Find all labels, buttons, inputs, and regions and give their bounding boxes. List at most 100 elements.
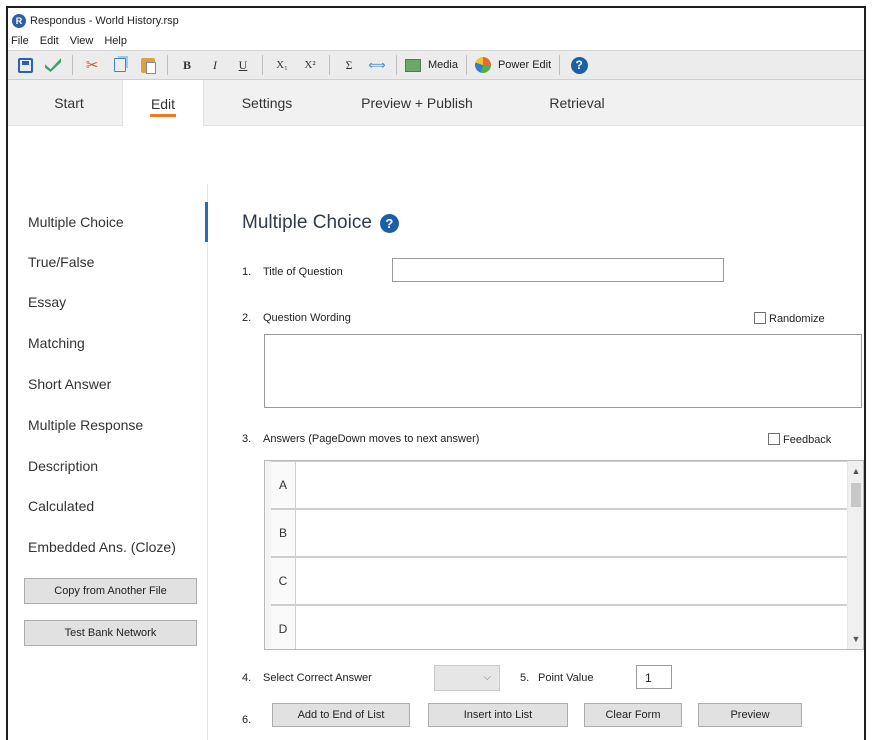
add-to-end-of-list-button[interactable]: Add to End of List [272, 703, 410, 727]
toolbar-separator [559, 55, 561, 75]
toolbar-separator [262, 55, 263, 75]
page-title-text: Multiple Choice [242, 212, 372, 233]
toolbar: ✂ B I U X₁ X² Σ ⟺ Media Power Edit ? [8, 50, 864, 80]
media-icon [405, 58, 421, 72]
sidebar-item-multiple-choice[interactable]: Multiple Choice [8, 202, 208, 242]
correct-answer-select[interactable]: ⌵ [434, 665, 500, 691]
menu-view[interactable]: View [70, 35, 94, 47]
step-number: 2. [242, 312, 252, 324]
question-wording-editor[interactable] [264, 334, 862, 408]
help-icon: ? [570, 56, 588, 74]
answer-letter: C [271, 558, 296, 604]
page-title: Multiple Choice ? [242, 212, 399, 234]
sidebar-item-calculated[interactable]: Calculated [8, 486, 208, 526]
answer-letter: D [271, 606, 296, 649]
title-bar: R Respondus - World History.rsp [8, 8, 864, 34]
toolbar-separator [167, 55, 168, 75]
toolbar-help-button[interactable]: ? [568, 53, 590, 77]
window-title: Respondus - World History.rsp [30, 15, 179, 27]
superscript-button[interactable]: X² [299, 53, 321, 77]
point-value-label: Point Value [538, 672, 594, 684]
respondus-app-icon: R [12, 14, 26, 28]
media-label: Media [428, 59, 458, 71]
answer-letter: A [271, 462, 296, 508]
sidebar-item-short-answer[interactable]: Short Answer [8, 364, 208, 404]
toolbar-separator [396, 55, 397, 75]
randomize-checkbox[interactable]: Randomize [754, 312, 825, 325]
media-button[interactable]: Media [405, 53, 458, 77]
menu-edit[interactable]: Edit [40, 35, 59, 47]
save-button[interactable] [14, 53, 36, 77]
power-edit-label: Power Edit [497, 59, 552, 71]
preview-button[interactable]: Preview [698, 703, 802, 727]
answers-label: Answers (PageDown moves to next answer) [263, 433, 480, 445]
answer-row-c[interactable]: C [271, 557, 849, 605]
randomize-check [754, 312, 766, 324]
copy-from-another-file-button[interactable]: Copy from Another File [24, 578, 197, 604]
tab-label: Settings [241, 95, 293, 111]
tab-preview-publish[interactable]: Preview + Publish [342, 80, 492, 126]
tab-label: Retrieval [549, 95, 605, 111]
step-number: 4. [242, 672, 252, 684]
app-window: R Respondus - World History.rsp File Edi… [6, 6, 866, 740]
test-bank-network-button[interactable]: Test Bank Network [24, 620, 197, 646]
tab-start[interactable]: Start [32, 80, 106, 126]
copy-button[interactable] [109, 53, 131, 77]
power-edit-icon [474, 57, 491, 73]
select-correct-answer-label: Select Correct Answer [263, 672, 372, 684]
answers-list: A B C D ▲ ▼ [264, 460, 864, 650]
bold-button[interactable]: B [176, 53, 198, 77]
step-number: 5. [520, 672, 530, 684]
menu-help[interactable]: Help [104, 35, 127, 47]
insert-into-list-button[interactable]: Insert into List [428, 703, 568, 727]
scrollbar-thumb[interactable] [851, 483, 861, 507]
randomize-label: Randomize [769, 313, 825, 325]
sidebar-item-embedded-answers[interactable]: Embedded Ans. (Cloze) [8, 527, 208, 567]
answers-scrollbar[interactable]: ▲ ▼ [847, 461, 863, 649]
copy-icon [114, 58, 126, 72]
tab-label: Start [54, 95, 84, 111]
question-wording-label: Question Wording [263, 312, 351, 324]
tab-label: Edit [150, 95, 176, 112]
sidebar-item-multiple-response[interactable]: Multiple Response [8, 405, 208, 445]
tab-settings[interactable]: Settings [222, 80, 312, 126]
sidebar-item-description[interactable]: Description [8, 446, 208, 486]
menu-bar: File Edit View Help [8, 32, 138, 50]
toolbar-separator [465, 55, 467, 75]
check-button[interactable] [42, 53, 64, 77]
answer-row-b[interactable]: B [271, 509, 849, 557]
feedback-checkbox[interactable]: Feedback [768, 433, 831, 446]
equation-button[interactable]: Σ [338, 53, 360, 77]
underline-button[interactable]: U [232, 53, 254, 77]
step-number: 6. [242, 714, 252, 726]
clear-form-button[interactable]: Clear Form [584, 703, 682, 727]
link-button[interactable]: ⟺ [366, 53, 388, 77]
step-number: 1. [242, 266, 252, 278]
tab-edit[interactable]: Edit [122, 80, 204, 127]
save-icon [17, 57, 33, 73]
paste-icon [141, 57, 156, 74]
sidebar-item-true-false[interactable]: True/False [8, 242, 208, 282]
help-icon[interactable]: ? [379, 213, 399, 233]
tab-retrieval[interactable]: Retrieval [522, 80, 632, 126]
point-value-input[interactable]: 1 [636, 665, 672, 689]
menu-file[interactable]: File [11, 35, 29, 47]
paste-button[interactable] [137, 53, 159, 77]
power-edit-button[interactable]: Power Edit [474, 53, 552, 77]
scroll-down-icon[interactable]: ▼ [848, 631, 863, 647]
feedback-label: Feedback [783, 434, 832, 446]
scroll-up-icon[interactable]: ▲ [848, 463, 863, 479]
sidebar-item-essay[interactable]: Essay [8, 282, 208, 322]
sidebar-item-matching[interactable]: Matching [8, 323, 208, 363]
scissors-icon: ✂ [85, 57, 99, 74]
answer-letter: B [271, 510, 296, 556]
toolbar-separator [72, 55, 73, 75]
check-icon [45, 58, 61, 72]
cut-button[interactable]: ✂ [81, 53, 103, 77]
answer-row-d[interactable]: D [271, 605, 849, 649]
answer-row-a[interactable]: A [271, 461, 849, 509]
italic-button[interactable]: I [204, 53, 226, 77]
title-of-question-input[interactable] [392, 258, 724, 282]
subscript-button[interactable]: X₁ [271, 53, 293, 77]
tab-label: Preview + Publish [361, 95, 473, 111]
